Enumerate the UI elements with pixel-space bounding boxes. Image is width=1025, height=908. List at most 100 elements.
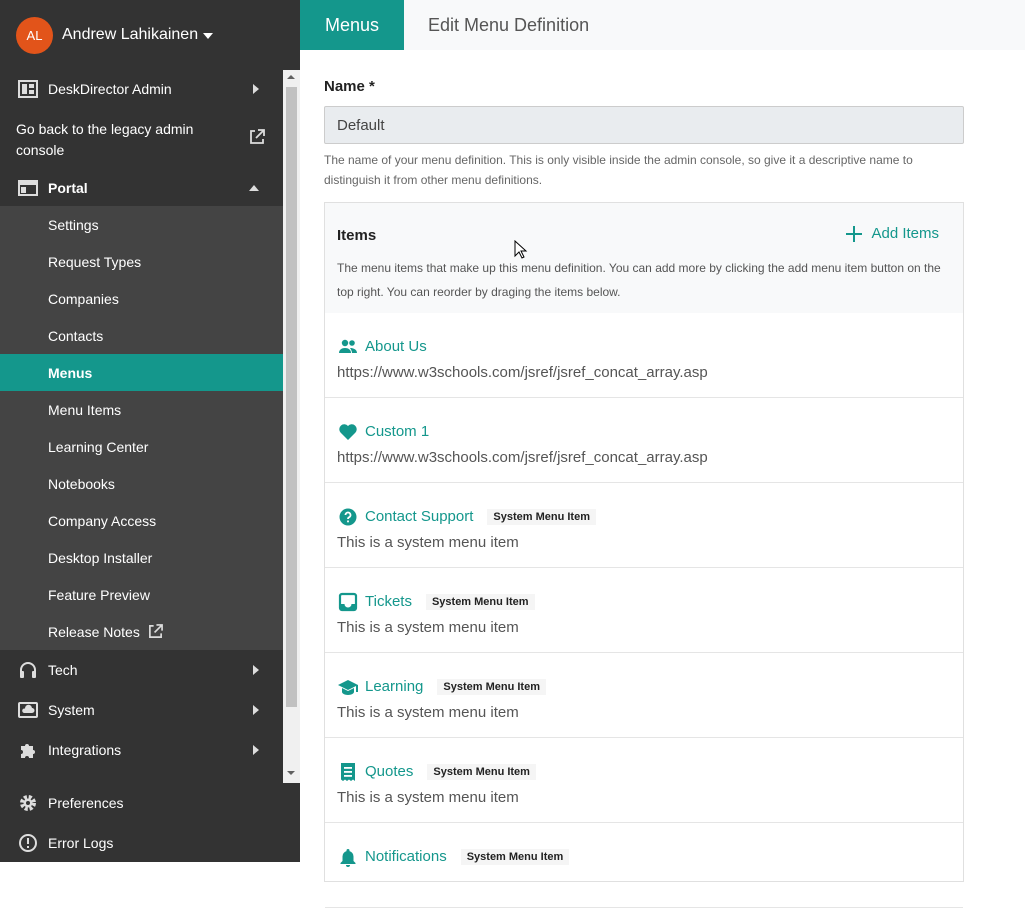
sidebar-item-request-types[interactable]: Request Types: [0, 243, 283, 280]
items-help-text: The menu items that make up this menu de…: [337, 261, 941, 299]
help-circle-icon: [339, 508, 357, 526]
sidebar-item-contacts[interactable]: Contacts: [0, 317, 283, 354]
menu-item-title: Tickets System Menu Item: [365, 593, 535, 611]
receipt-icon: [341, 763, 355, 781]
sidebar-item-error-logs[interactable]: Error Logs: [0, 823, 283, 862]
items-title: Items: [337, 227, 377, 244]
name-input[interactable]: [324, 106, 964, 144]
sidebar-item-portal[interactable]: Portal: [0, 169, 283, 206]
caret-down-icon: [203, 33, 213, 39]
sidebar-item-menu-items[interactable]: Menu Items: [0, 391, 283, 428]
user-name: Andrew Lahikainen: [62, 26, 199, 43]
items-header: Items Add Items The menu items that make…: [325, 203, 963, 313]
inbox-icon: [338, 592, 358, 612]
chevron-right-icon: [253, 83, 259, 94]
legacy-console-label: Go back to the legacy admin console: [16, 121, 194, 158]
sidebar-item-label: Integrations: [48, 742, 122, 758]
menu-item-subtitle: This is a system menu item: [337, 704, 519, 721]
sidebar-nav: DeskDirector Admin Go back to the legacy…: [0, 70, 283, 862]
menu-item-title: Quotes System Menu Item: [365, 763, 536, 781]
system-menu-item-badge: System Menu Item: [437, 679, 546, 696]
alert-circle-icon: [19, 834, 37, 852]
name-label: Name *: [324, 78, 375, 95]
sidebar-item-company-access[interactable]: Company Access: [0, 502, 283, 539]
chevron-right-icon: [253, 705, 259, 715]
system-menu-item-badge: System Menu Item: [460, 849, 570, 866]
sidebar-item-label: Preferences: [48, 795, 124, 811]
menu-item-row[interactable]: Tickets System Menu Item This is a system…: [325, 568, 963, 653]
mouse-cursor-icon: [514, 240, 528, 259]
chevron-up-icon: [249, 184, 259, 191]
system-menu-item-badge: System Menu Item: [487, 509, 596, 526]
add-items-label: Add Items: [871, 225, 939, 242]
user-menu[interactable]: AL Andrew Lahikainen: [0, 0, 300, 70]
sidebar-item-deskdirector-admin[interactable]: DeskDirector Admin: [0, 70, 283, 107]
menu-item-row[interactable]: Contact Support System Menu Item This is …: [325, 483, 963, 568]
window-icon: [18, 179, 38, 196]
sidebar-item-feature-preview[interactable]: Feature Preview: [0, 576, 283, 613]
people-icon: [339, 339, 357, 353]
portal-submenu: Settings Request Types Companies Contact…: [0, 206, 283, 650]
menu-item-subtitle: This is a system menu item: [337, 789, 519, 806]
gear-icon: [20, 795, 36, 811]
sidebar: AL Andrew Lahikainen DeskDirector Admin …: [0, 0, 300, 862]
sidebar-item-learning-center[interactable]: Learning Center: [0, 428, 283, 465]
heart-icon: [339, 424, 357, 440]
menu-item-title: Contact Support System Menu Item: [365, 508, 596, 526]
menu-item-subtitle: https://www.w3schools.com/jsref/jsref_co…: [337, 364, 708, 381]
sidebar-item-menus[interactable]: Menus: [0, 354, 283, 391]
menu-item-title: About Us: [365, 338, 427, 355]
chevron-right-icon: [253, 745, 259, 755]
menu-item-row[interactable]: Learning System Menu Item This is a syste…: [325, 653, 963, 738]
sidebar-item-tech[interactable]: Tech: [0, 650, 283, 690]
sidebar-item-settings[interactable]: Settings: [0, 206, 283, 243]
items-card: Items Add Items The menu items that make…: [324, 202, 964, 908]
sidebar-item-system[interactable]: System: [0, 690, 283, 730]
menu-item-subtitle: https://www.w3schools.com/jsref/jsref_co…: [337, 449, 708, 466]
menu-item-title: Custom 1: [365, 423, 430, 440]
menu-item-title: Notifications System Menu Item: [365, 848, 570, 866]
menu-item-subtitle: This is a system menu item: [337, 619, 519, 636]
chevron-right-icon: [253, 665, 259, 675]
top-bar: [300, 0, 1025, 50]
menu-item-row[interactable]: Quotes System Menu Item This is a system …: [325, 738, 963, 823]
bell-icon: [340, 849, 356, 867]
system-menu-item-badge: System Menu Item: [427, 764, 536, 781]
system-menu-item-badge: System Menu Item: [425, 594, 535, 611]
sidebar-item-companies[interactable]: Companies: [0, 280, 283, 317]
sidebar-item-label: DeskDirector Admin: [48, 80, 172, 97]
tab-menus[interactable]: Menus: [300, 0, 404, 50]
cloud-monitor-icon: [18, 702, 38, 718]
graduation-cap-icon: [338, 680, 358, 695]
plus-icon: [846, 225, 863, 242]
scroll-up-icon[interactable]: [287, 75, 295, 79]
legacy-console-link[interactable]: Go back to the legacy admin console: [0, 107, 283, 169]
sidebar-scrollbar-thumb[interactable]: [286, 87, 297, 707]
sidebar-item-label: Error Logs: [48, 835, 114, 851]
headset-icon: [20, 662, 36, 678]
tab-edit-menu-definition[interactable]: Edit Menu Definition: [428, 15, 589, 36]
sidebar-item-label: Portal: [48, 179, 88, 196]
dashboard-icon: [18, 79, 38, 98]
sidebar-item-label: System: [48, 702, 95, 718]
external-link-icon: [250, 129, 265, 144]
menu-item-row[interactable]: Custom 1 https://www.w3schools.com/jsref…: [325, 398, 963, 483]
sidebar-item-label: Tech: [48, 662, 78, 678]
sidebar-item-label: Release Notes: [48, 623, 140, 640]
sidebar-item-desktop-installer[interactable]: Desktop Installer: [0, 539, 283, 576]
external-link-icon: [148, 624, 163, 638]
add-items-button[interactable]: Add Items: [846, 225, 939, 242]
menu-item-title: Learning System Menu Item: [365, 678, 546, 696]
sidebar-item-release-notes[interactable]: Release Notes: [0, 613, 283, 650]
sidebar-item-integrations[interactable]: Integrations: [0, 730, 283, 770]
avatar: AL: [16, 17, 53, 54]
menu-item-row[interactable]: About Us https://www.w3schools.com/jsref…: [325, 313, 963, 398]
scroll-down-icon[interactable]: [287, 771, 295, 775]
menu-item-subtitle: This is a system menu item: [337, 534, 519, 551]
puzzle-icon: [21, 744, 35, 758]
menu-item-row[interactable]: Notifications System Menu Item: [325, 823, 963, 908]
sidebar-item-preferences[interactable]: Preferences: [0, 783, 283, 823]
name-help-text: The name of your menu definition. This i…: [324, 153, 913, 187]
sidebar-item-notebooks[interactable]: Notebooks: [0, 465, 283, 502]
